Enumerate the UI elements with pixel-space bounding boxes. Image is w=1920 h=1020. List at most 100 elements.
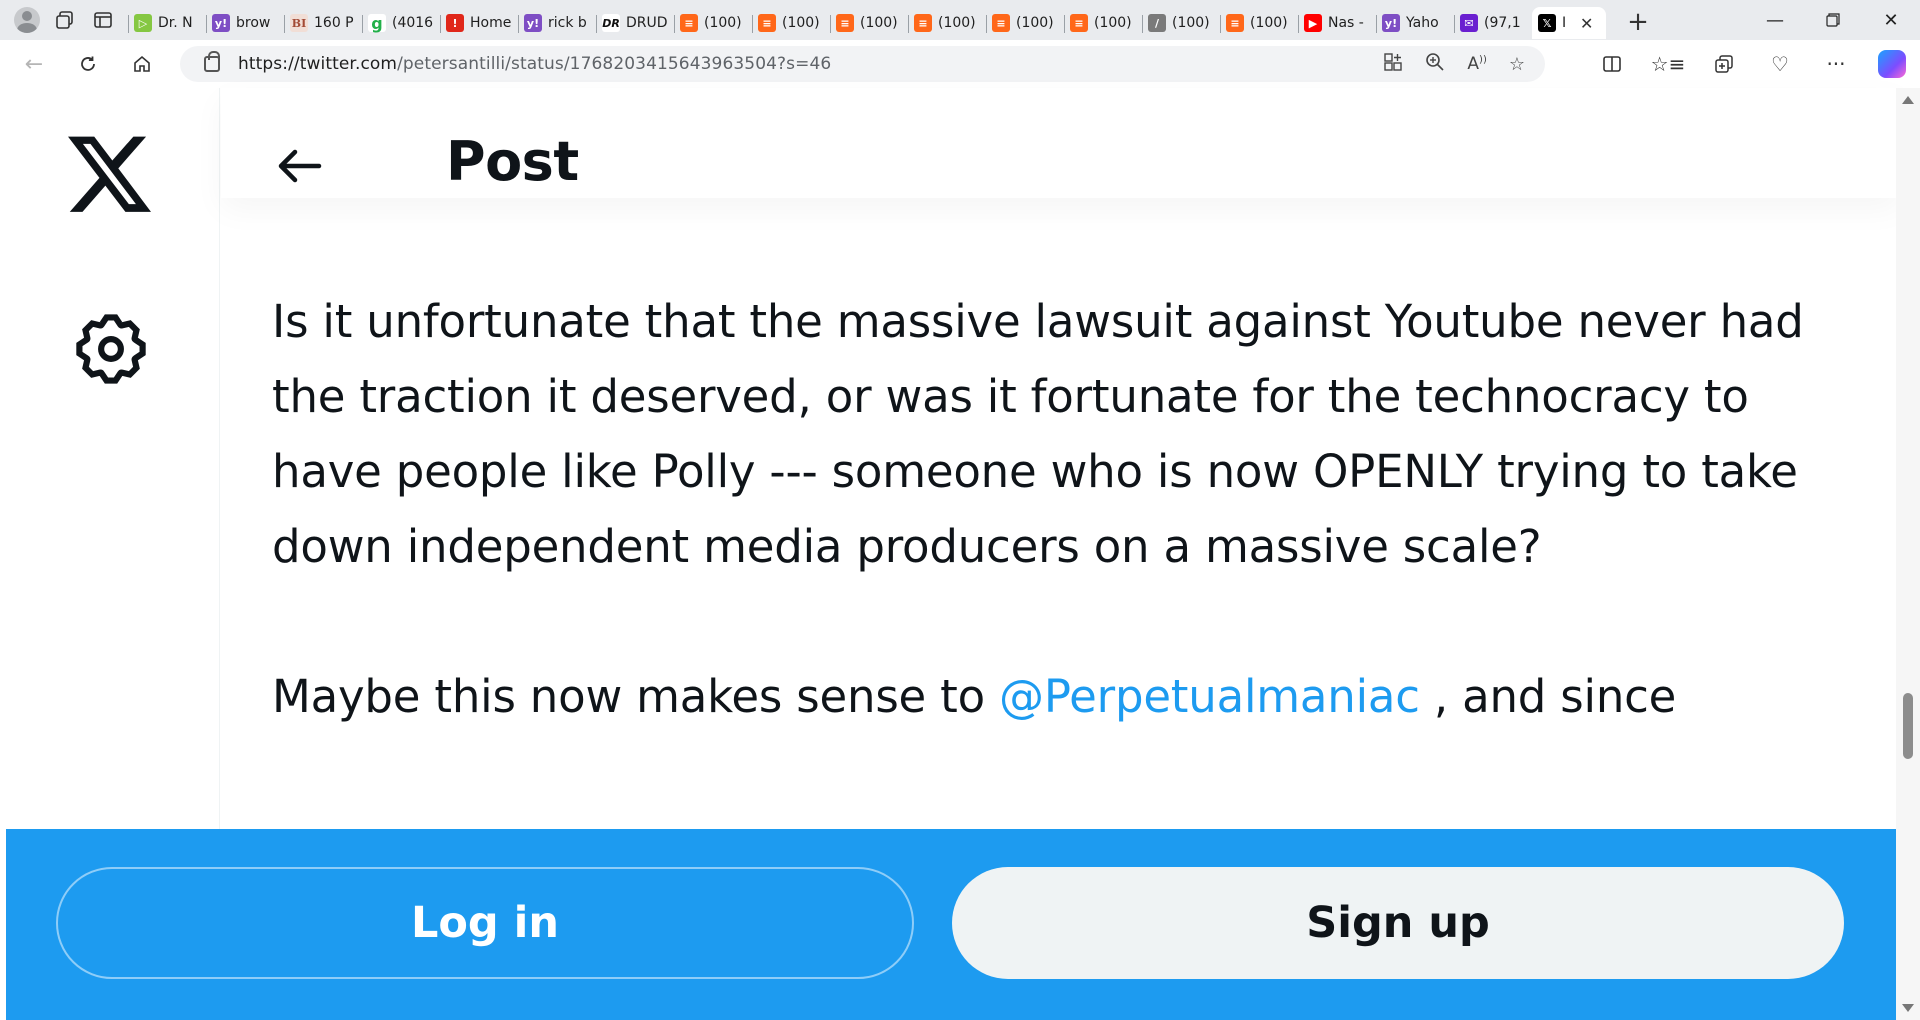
tweet-text-segment: Maybe this now makes sense to <box>272 670 1000 723</box>
tab-separator <box>752 15 753 33</box>
tweet-text-segment: , and since <box>1419 670 1677 723</box>
zoom-icon[interactable] <box>1425 52 1445 77</box>
tab-title: (4016 <box>392 15 434 31</box>
scrollbar-thumb[interactable] <box>1903 693 1913 759</box>
mention-link[interactable]: @Perpetualmaniac <box>999 670 1420 723</box>
substack-icon: ≡ <box>836 14 854 32</box>
tab-title: (100) <box>1016 15 1054 31</box>
browser-tab[interactable]: ≡ (100) <box>908 7 986 39</box>
tab-separator <box>1454 15 1455 33</box>
settings-more-icon[interactable]: ··· <box>1818 46 1854 82</box>
tab-separator <box>674 15 675 33</box>
tabstrip-leading-buttons <box>0 0 118 40</box>
browser-tab[interactable]: DR DRUD <box>596 7 674 39</box>
back-arrow-icon[interactable] <box>273 146 323 186</box>
bi-icon: BI <box>290 14 308 32</box>
browser-tab[interactable]: y! Yaho <box>1376 7 1454 39</box>
tab-title: DRUD <box>626 15 668 31</box>
substack-icon: ≡ <box>1070 14 1088 32</box>
rumble-icon: ▷ <box>134 14 152 32</box>
post-header: Post <box>221 88 1901 198</box>
page-scrollbar[interactable] <box>1896 88 1920 1020</box>
tab-title: (100) <box>782 15 820 31</box>
browser-tab[interactable]: ▶ Nas - <box>1298 7 1376 39</box>
browser-tab[interactable]: y! rick b <box>518 7 596 39</box>
copilot-icon[interactable] <box>1874 46 1910 82</box>
minimize-icon[interactable]: — <box>1746 0 1804 40</box>
address-bar[interactable]: https://twitter.com/petersantilli/status… <box>180 46 1545 82</box>
browser-tab[interactable]: BI 160 P <box>284 7 362 39</box>
collections-icon[interactable] <box>1706 46 1742 82</box>
browser-tab[interactable]: ! Home <box>440 7 518 39</box>
browser-tab[interactable]: g (4016 <box>362 7 440 39</box>
tab-title: Home <box>470 15 512 31</box>
browser-tab[interactable]: ≡ (100) <box>752 7 830 39</box>
browser-tab[interactable]: ≡ (100) <box>986 7 1064 39</box>
tab-title: (100) <box>1094 15 1132 31</box>
browser-tab[interactable]: ≡ (100) <box>830 7 908 39</box>
window-controls: — ✕ <box>1746 0 1920 40</box>
app-available-icon[interactable] <box>1383 52 1403 77</box>
tweet-text: Is it unfortunate that the massive lawsu… <box>272 284 1832 734</box>
browser-tab[interactable]: / (100) <box>1142 7 1220 39</box>
drudge-icon: DR <box>602 14 620 32</box>
tab-separator <box>1142 15 1143 33</box>
lock-icon[interactable] <box>204 51 220 72</box>
browser-extensions: ☆≡ ♡ ··· <box>1594 44 1910 84</box>
browser-tab[interactable]: ≡ (100) <box>1220 7 1298 39</box>
tab-separator <box>596 15 597 33</box>
workspaces-icon[interactable] <box>50 5 80 35</box>
tab-title: Yaho <box>1406 15 1439 31</box>
profile-button[interactable] <box>12 5 42 35</box>
new-tab-button[interactable]: + <box>1620 6 1656 38</box>
settings-gear-icon[interactable] <box>74 312 148 386</box>
tab-title: Dr. N <box>158 15 193 31</box>
substack-icon: ≡ <box>992 14 1010 32</box>
browser-tab[interactable]: y! brow <box>206 7 284 39</box>
back-button[interactable]: ← <box>14 44 54 84</box>
browser-tab-active[interactable]: 𝕏 I ✕ <box>1532 7 1606 39</box>
red-icon: ! <box>446 14 464 32</box>
close-tab-icon[interactable]: ✕ <box>1580 14 1593 33</box>
signup-button[interactable]: Sign up <box>952 867 1844 979</box>
tweet-paragraph: Maybe this now makes sense to @Perpetual… <box>272 659 1832 734</box>
tab-separator <box>1220 15 1221 33</box>
login-banner: Log in Sign up <box>6 829 1896 1020</box>
split-screen-icon[interactable] <box>1594 46 1630 82</box>
url-text[interactable]: https://twitter.com/petersantilli/status… <box>238 54 831 74</box>
mail-icon: ✉ <box>1460 14 1478 32</box>
restore-icon[interactable] <box>1804 0 1862 40</box>
tab-title: (100) <box>704 15 742 31</box>
scroll-down-arrow-icon[interactable] <box>1902 1004 1914 1012</box>
feather-icon: / <box>1148 14 1166 32</box>
tab-title: rick b <box>548 15 587 31</box>
tab-title: (100) <box>1250 15 1288 31</box>
youtube-icon: ▶ <box>1304 14 1322 32</box>
scroll-up-arrow-icon[interactable] <box>1902 96 1914 104</box>
login-button[interactable]: Log in <box>56 867 914 979</box>
browser-toolbar: ← https://twitter.com/petersantilli/stat… <box>0 40 1920 88</box>
tab-separator <box>986 15 987 33</box>
tab-title: Nas - <box>1328 15 1364 31</box>
address-bar-actions: A)) ☆ <box>1383 46 1525 82</box>
tab-title: (100) <box>938 15 976 31</box>
refresh-button[interactable] <box>68 44 108 84</box>
browser-tab[interactable]: ✉ (97,1 <box>1454 7 1532 39</box>
url-host: https://twitter.com <box>238 54 398 74</box>
browser-tab[interactable]: ≡ (100) <box>674 7 752 39</box>
close-window-icon[interactable]: ✕ <box>1862 0 1920 40</box>
tab-separator <box>206 15 207 33</box>
tab-title: (97,1 <box>1484 15 1521 31</box>
home-button[interactable] <box>122 44 162 84</box>
x-icon: 𝕏 <box>1538 14 1556 32</box>
browser-tab[interactable]: ≡ (100) <box>1064 7 1142 39</box>
read-aloud-icon[interactable]: A)) <box>1467 54 1486 74</box>
favorites-icon[interactable]: ☆≡ <box>1650 46 1686 82</box>
browser-essentials-icon[interactable]: ♡ <box>1762 46 1798 82</box>
browser-tab[interactable]: ▷ Dr. N <box>128 7 206 39</box>
tab-separator <box>830 15 831 33</box>
favorite-star-icon[interactable]: ☆ <box>1509 54 1525 75</box>
x-logo-icon[interactable] <box>68 136 154 216</box>
tab-separator <box>518 15 519 33</box>
tab-actions-icon[interactable] <box>88 5 118 35</box>
